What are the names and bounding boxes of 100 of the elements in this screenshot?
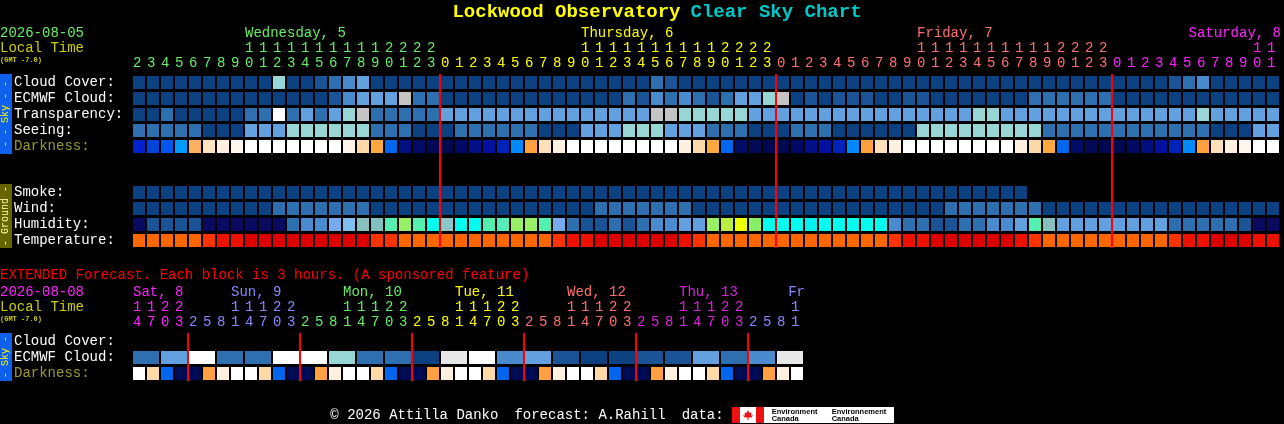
hour-digit: 1 [1071,56,1080,72]
hour-digit: 1 [679,300,688,315]
hour-digit: 1 [931,56,940,72]
hour-digit: 2 [945,56,954,72]
hour-digit: 1 [651,41,660,56]
hour-digit: 7 [371,315,380,331]
hour-digit: 6 [665,56,674,72]
hour-digit: 3 [175,315,184,331]
hour-digit: 1 [945,41,954,56]
hour-digit: 2 [175,300,184,315]
hour-digit: 1 [399,56,408,72]
hour-digit: 2 [1071,41,1080,56]
hour-digit: 1 [315,41,324,56]
hour-digit: 7 [259,315,268,331]
hour-digit: 7 [343,56,352,72]
hour-digit: 1 [259,300,268,315]
hour-digit: 2 [427,41,436,56]
hour-digit: 4 [161,56,170,72]
hour-digit: 0 [777,56,786,72]
row-label: Humidity: [14,216,91,232]
hour-digit: 8 [693,56,702,72]
hour-digit: 0 [385,56,394,72]
hour-digit: 5 [203,315,212,331]
hour-digit: 2 [413,41,422,56]
hour-digit: 4 [133,315,142,331]
hour-digit: 4 [357,315,366,331]
day-label: Fr [788,285,805,300]
hour-digit: 0 [441,56,450,72]
chart-title: Clear Sky Chart [690,1,862,23]
row-label: ECMWF Cloud: [14,349,116,365]
hour-digit: 2 [287,300,296,315]
hour-digit: 6 [861,56,870,72]
hour-digit: 2 [1085,56,1094,72]
section-label: - Sky - [0,333,12,381]
hour-digit: 1 [791,56,800,72]
hour-digit: 2 [1141,56,1150,72]
hour-digit: 1 [959,41,968,56]
hour-digit: 8 [329,315,338,331]
hour-digit: 2 [609,56,618,72]
hour-digit: 2 [1085,41,1094,56]
hour-digit: 5 [651,315,660,331]
hour-digit: 2 [525,315,534,331]
section-label: - Ground - [0,184,12,248]
hour-digit: 3 [623,315,632,331]
hour-digit: 3 [287,56,296,72]
hour-digit: 3 [623,56,632,72]
hour-digit: 5 [315,56,324,72]
hour-digit: 7 [679,56,688,72]
day-label: Tue, 11 [455,285,514,300]
hour-digit: 1 [357,41,366,56]
time-label: Local Time [0,41,84,56]
hour-digit: 1 [483,300,492,315]
hour-digit: 2 [399,41,408,56]
hour-digit: 6 [329,56,338,72]
hour-digit: 1 [245,41,254,56]
hour-digit: 2 [413,315,422,331]
row-label: Darkness: [14,138,91,154]
hour-digit: 1 [609,41,618,56]
hour-digit: 1 [581,300,590,315]
hour-digit: 3 [959,56,968,72]
hour-digit: 2 [637,315,646,331]
hour-digit: 1 [679,315,688,331]
hour-digit: 2 [469,56,478,72]
hour-digit: 0 [917,56,926,72]
hour-digit: 1 [455,56,464,72]
hour-digit: 8 [553,56,562,72]
hour-digit: 2 [133,56,142,72]
hour-digit: 3 [147,56,156,72]
hour-digit: 5 [175,56,184,72]
hour-digit: 4 [693,315,702,331]
hour-digit: 1 [343,315,352,331]
day-label: Wednesday, 5 [245,26,346,41]
hour-digit: 1 [791,300,800,315]
hour-digit: 1 [301,41,310,56]
hour-digit: 1 [595,300,604,315]
hour-digit: 9 [707,56,716,72]
hour-digit: 1 [231,300,240,315]
row-label: ECMWF Cloud: [14,90,116,106]
hour-digit: 1 [917,41,926,56]
hour-digit: 4 [469,315,478,331]
hour-digit: 1 [623,41,632,56]
row-label: Seeing: [14,122,74,138]
hour-digit: 1 [693,300,702,315]
date-label: 2026-08-05 [0,26,84,41]
hour-digit: 8 [1225,56,1234,72]
hour-digit: 2 [1099,41,1108,56]
hour-digit: 1 [581,41,590,56]
hour-digit: 0 [721,315,730,331]
hour-digit: 1 [567,300,576,315]
hour-digit: 8 [1029,56,1038,72]
hour-digit: 1 [1253,41,1262,56]
hour-digit: 1 [1029,41,1038,56]
hour-digit: 2 [721,300,730,315]
credit-text: © 2026 Attilla Danko [330,407,499,423]
hour-digit: 1 [231,315,240,331]
hour-digit: 8 [217,315,226,331]
hour-digit: 1 [287,41,296,56]
date-label: 2026-08-08 [0,285,84,300]
site-title: Lockwood Observatory [452,1,681,23]
hour-digit: 2 [623,300,632,315]
